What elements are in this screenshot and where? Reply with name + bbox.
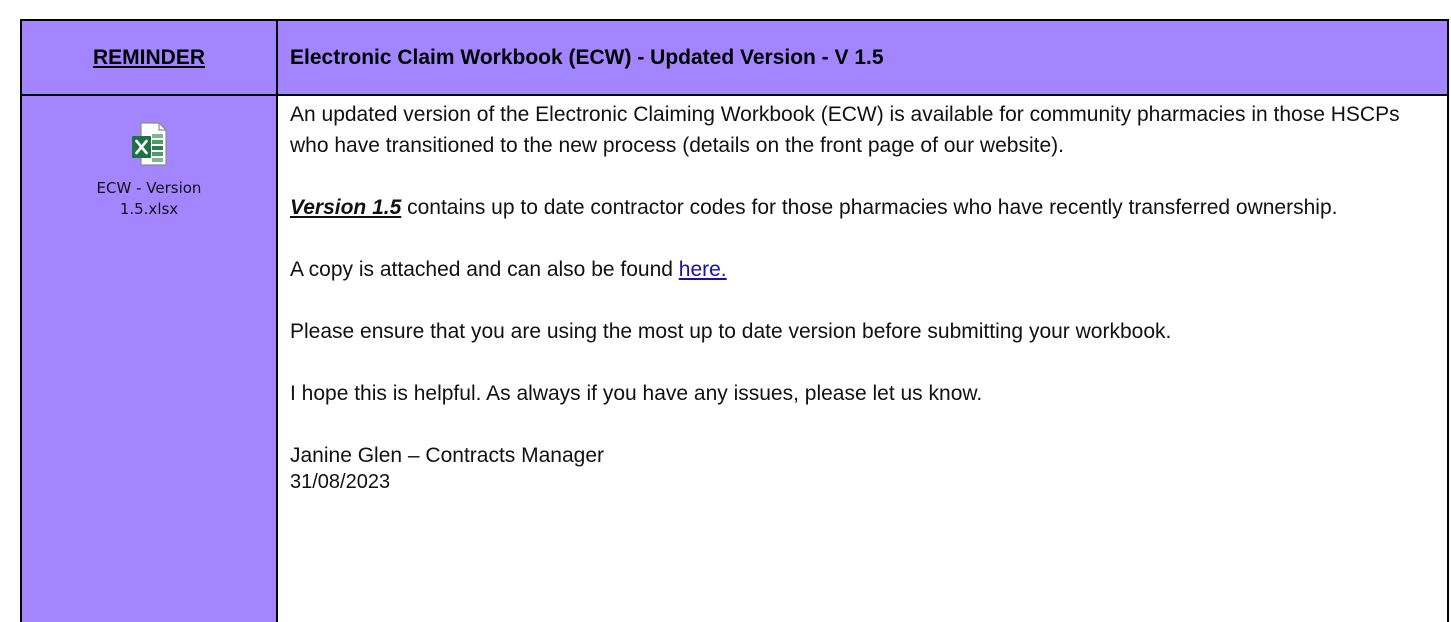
copy-paragraph-text: A copy is attached and can also be found [290,258,679,281]
attachment-filename-line1: ECW - Version [96,179,202,197]
attachment-filename: ECW - Version 1.5.xlsx [64,178,234,220]
here-link[interactable]: here. [679,258,727,281]
excel-file-icon [131,122,167,166]
signature-line: Janine Glen – Contracts Manager [290,444,605,467]
helpful-paragraph: I hope this is helpful. As always if you… [290,382,983,405]
version-paragraph-text: contains up to date contractor codes for… [401,196,1338,219]
notice-title: Electronic Claim Workbook (ECW) - Update… [290,45,884,69]
reminder-table: REMINDER Electronic Claim Workbook (ECW)… [20,19,1449,622]
reminder-label: REMINDER [92,45,205,69]
version-emphasis: Version 1.5 [290,196,402,219]
title-header-cell: Electronic Claim Workbook (ECW) - Update… [278,21,1447,96]
message-body: An updated version of the Electronic Cla… [278,96,1447,622]
copy-paragraph: A copy is attached and can also be found… [290,254,1435,285]
ensure-paragraph: Please ensure that you are using the mos… [290,320,1172,343]
reminder-header-cell: REMINDER [22,21,278,96]
attachment-filename-line2: 1.5.xlsx [119,200,179,218]
ecw-attachment[interactable]: ECW - Version 1.5.xlsx [22,122,276,220]
intro-paragraph: An updated version of the Electronic Cla… [290,103,1400,157]
version-paragraph: Version 1.5 contains up to date contract… [290,192,1435,223]
date-line: 31/08/2023 [290,471,391,493]
attachment-cell: ECW - Version 1.5.xlsx [22,96,278,622]
